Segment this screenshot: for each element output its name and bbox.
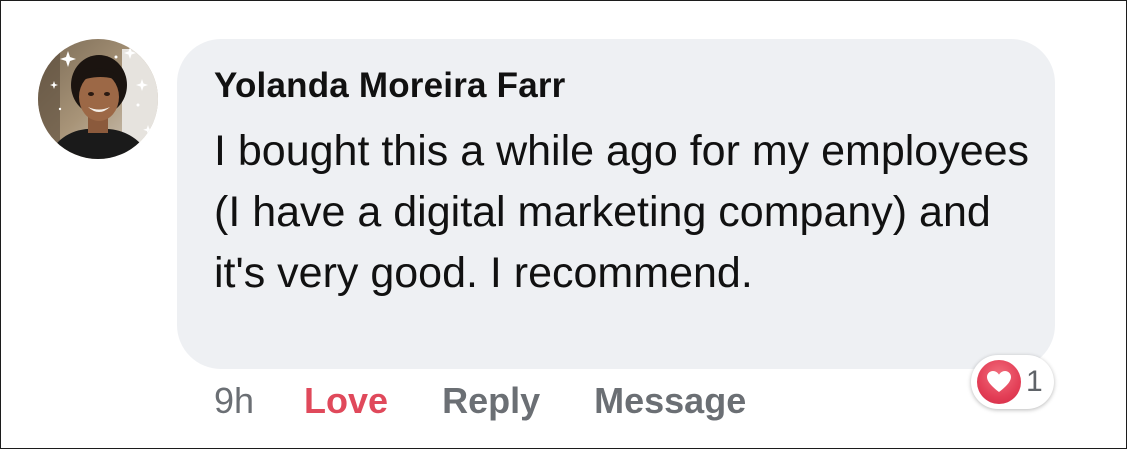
love-button[interactable]: Love: [304, 380, 388, 422]
comment-text: I bought this a while ago for my employe…: [214, 127, 1030, 297]
heart-icon: [977, 360, 1021, 404]
author-name[interactable]: Yolanda Moreira Farr: [214, 66, 566, 106]
comment-actions: 9h Love Reply Message: [214, 379, 800, 423]
profile-photo: [38, 39, 158, 159]
comment-container: Yolanda Moreira Farr I bought this a whi…: [0, 0, 1127, 449]
timestamp[interactable]: 9h: [214, 380, 254, 422]
reply-button[interactable]: Reply: [442, 380, 540, 422]
message-button[interactable]: Message: [594, 380, 746, 422]
avatar[interactable]: [38, 39, 158, 159]
reaction-summary[interactable]: 1: [971, 355, 1054, 409]
comment-bubble: Yolanda Moreira Farr I bought this a whi…: [177, 39, 1055, 369]
reaction-count: 1: [1026, 365, 1043, 398]
